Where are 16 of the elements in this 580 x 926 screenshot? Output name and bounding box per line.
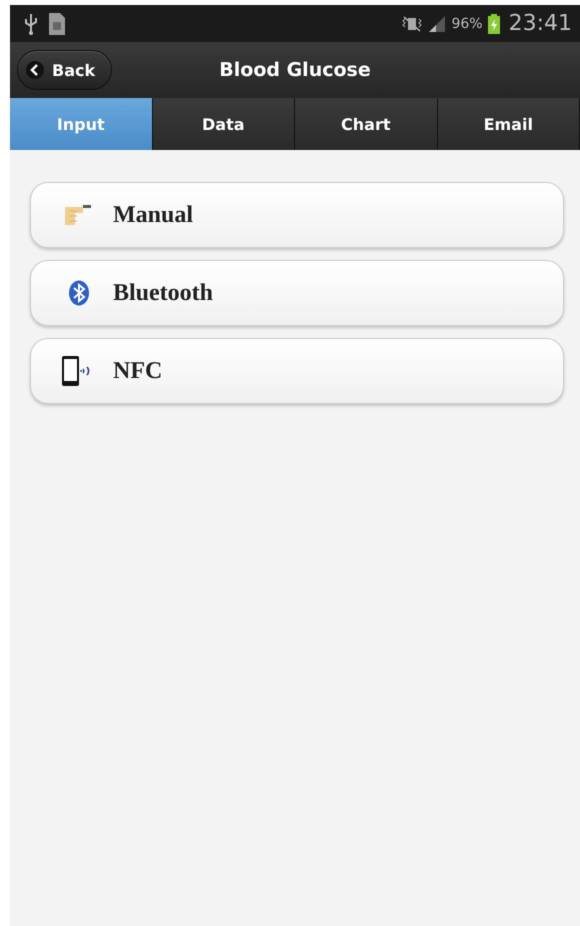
battery-percent: 96%	[451, 16, 483, 32]
tab[interactable]: Email	[438, 98, 580, 150]
chevron-left-icon	[26, 61, 44, 79]
signal-icon	[428, 14, 446, 32]
sim-card-icon	[48, 12, 66, 36]
battery-charging-icon	[488, 14, 500, 34]
clock-time: 23:41	[508, 11, 572, 36]
back-button[interactable]: Back	[17, 50, 112, 90]
usb-icon	[24, 12, 38, 34]
vibrate-icon	[401, 16, 424, 32]
tab[interactable]: Chart	[295, 98, 438, 150]
tab[interactable]: Data	[152, 98, 295, 150]
option-button[interactable]: Manual	[30, 182, 564, 248]
page-title: Blood Glucose	[219, 59, 371, 81]
option-button[interactable]: Bluetooth	[30, 260, 564, 326]
option-button[interactable]: NFC	[30, 338, 564, 404]
